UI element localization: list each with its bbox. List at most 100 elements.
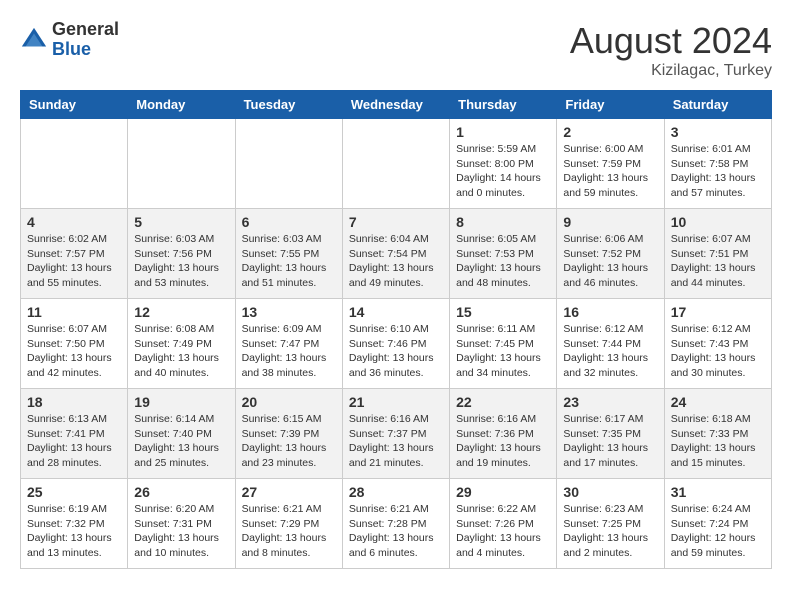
calendar-day: 14 Sunrise: 6:10 AM Sunset: 7:46 PM Dayli… — [342, 299, 449, 389]
day-info: Sunrise: 6:23 AM Sunset: 7:25 PM Dayligh… — [563, 502, 657, 561]
calendar-day: 21 Sunrise: 6:16 AM Sunset: 7:37 PM Dayli… — [342, 389, 449, 479]
day-info: Sunrise: 6:02 AM Sunset: 7:57 PM Dayligh… — [27, 232, 121, 291]
calendar-day: 9Sunrise: 6:06 AM Sunset: 7:52 PM Daylig… — [557, 209, 664, 299]
calendar-day: 16Sunrise: 6:12 AM Sunset: 7:44 PM Dayli… — [557, 299, 664, 389]
calendar-day: 8 Sunrise: 6:05 AM Sunset: 7:53 PM Daylig… — [450, 209, 557, 299]
month-year: August 2024 — [570, 20, 772, 62]
calendar-day: 27 Sunrise: 6:21 AM Sunset: 7:29 PM Dayli… — [235, 479, 342, 569]
day-number: 19 — [134, 394, 228, 410]
day-info: Sunrise: 6:16 AM Sunset: 7:36 PM Dayligh… — [456, 412, 550, 471]
day-info: Sunrise: 6:21 AM Sunset: 7:28 PM Dayligh… — [349, 502, 443, 561]
calendar-day: 25 Sunrise: 6:19 AM Sunset: 7:32 PM Dayli… — [21, 479, 128, 569]
day-number: 7 — [349, 214, 443, 230]
calendar-day: 19 Sunrise: 6:14 AM Sunset: 7:40 PM Dayli… — [128, 389, 235, 479]
day-info: Sunrise: 6:14 AM Sunset: 7:40 PM Dayligh… — [134, 412, 228, 471]
calendar-week-5: 25 Sunrise: 6:19 AM Sunset: 7:32 PM Dayli… — [21, 479, 772, 569]
calendar-day: 1 Sunrise: 5:59 AM Sunset: 8:00 PM Daylig… — [450, 119, 557, 209]
day-info: Sunrise: 6:24 AM Sunset: 7:24 PM Dayligh… — [671, 502, 765, 561]
day-info: Sunrise: 6:22 AM Sunset: 7:26 PM Dayligh… — [456, 502, 550, 561]
day-number: 28 — [349, 484, 443, 500]
location: Kizilagac, Turkey — [570, 62, 772, 80]
day-number: 26 — [134, 484, 228, 500]
day-info: Sunrise: 6:05 AM Sunset: 7:53 PM Dayligh… — [456, 232, 550, 291]
day-number: 24 — [671, 394, 765, 410]
day-number: 27 — [242, 484, 336, 500]
calendar-day: 15Sunrise: 6:11 AM Sunset: 7:45 PM Dayli… — [450, 299, 557, 389]
calendar-day: 30 Sunrise: 6:23 AM Sunset: 7:25 PM Dayli… — [557, 479, 664, 569]
col-sunday: Sunday — [21, 91, 128, 119]
day-number: 5 — [134, 214, 228, 230]
calendar-day: 4 Sunrise: 6:02 AM Sunset: 7:57 PM Daylig… — [21, 209, 128, 299]
day-number: 31 — [671, 484, 765, 500]
calendar-day: 12Sunrise: 6:08 AM Sunset: 7:49 PM Dayli… — [128, 299, 235, 389]
day-number: 3 — [671, 124, 765, 140]
day-info: Sunrise: 6:20 AM Sunset: 7:31 PM Dayligh… — [134, 502, 228, 561]
day-number: 25 — [27, 484, 121, 500]
calendar-week-3: 11 Sunrise: 6:07 AM Sunset: 7:50 PM Dayli… — [21, 299, 772, 389]
day-number: 22 — [456, 394, 550, 410]
day-number: 23 — [563, 394, 657, 410]
col-saturday: Saturday — [664, 91, 771, 119]
day-info: Sunrise: 6:07 AM Sunset: 7:51 PM Dayligh… — [671, 232, 765, 291]
calendar-day: 5 Sunrise: 6:03 AM Sunset: 7:56 PM Daylig… — [128, 209, 235, 299]
day-info: Sunrise: 6:04 AM Sunset: 7:54 PM Dayligh… — [349, 232, 443, 291]
day-number: 15 — [456, 304, 550, 320]
day-number: 12 — [134, 304, 228, 320]
day-number: 21 — [349, 394, 443, 410]
calendar-header-row: Sunday Monday Tuesday Wednesday Thursday… — [21, 91, 772, 119]
calendar-week-4: 18 Sunrise: 6:13 AM Sunset: 7:41 PM Dayli… — [21, 389, 772, 479]
day-info: Sunrise: 6:12 AM Sunset: 7:43 PM Dayligh… — [671, 322, 765, 381]
day-number: 2 — [563, 124, 657, 140]
col-tuesday: Tuesday — [235, 91, 342, 119]
calendar-day: 7 Sunrise: 6:04 AM Sunset: 7:54 PM Daylig… — [342, 209, 449, 299]
calendar-day: 11 Sunrise: 6:07 AM Sunset: 7:50 PM Dayli… — [21, 299, 128, 389]
calendar-day: 2 Sunrise: 6:00 AM Sunset: 7:59 PM Daylig… — [557, 119, 664, 209]
day-number: 29 — [456, 484, 550, 500]
col-wednesday: Wednesday — [342, 91, 449, 119]
day-info: Sunrise: 6:16 AM Sunset: 7:37 PM Dayligh… — [349, 412, 443, 471]
calendar-day: 29 Sunrise: 6:22 AM Sunset: 7:26 PM Dayli… — [450, 479, 557, 569]
day-number: 30 — [563, 484, 657, 500]
calendar-day: 20Sunrise: 6:15 AM Sunset: 7:39 PM Dayli… — [235, 389, 342, 479]
day-info: Sunrise: 6:13 AM Sunset: 7:41 PM Dayligh… — [27, 412, 121, 471]
day-number: 1 — [456, 124, 550, 140]
day-info: Sunrise: 6:21 AM Sunset: 7:29 PM Dayligh… — [242, 502, 336, 561]
day-info: Sunrise: 6:17 AM Sunset: 7:35 PM Dayligh… — [563, 412, 657, 471]
day-info: Sunrise: 6:06 AM Sunset: 7:52 PM Dayligh… — [563, 232, 657, 291]
calendar-day — [235, 119, 342, 209]
logo-general: General — [52, 20, 119, 40]
day-info: Sunrise: 5:59 AM Sunset: 8:00 PM Dayligh… — [456, 142, 550, 201]
day-number: 20 — [242, 394, 336, 410]
day-number: 16 — [563, 304, 657, 320]
calendar-day: 23 Sunrise: 6:17 AM Sunset: 7:35 PM Dayli… — [557, 389, 664, 479]
day-info: Sunrise: 6:19 AM Sunset: 7:32 PM Dayligh… — [27, 502, 121, 561]
calendar: Sunday Monday Tuesday Wednesday Thursday… — [20, 90, 772, 569]
day-info: Sunrise: 6:00 AM Sunset: 7:59 PM Dayligh… — [563, 142, 657, 201]
day-info: Sunrise: 6:07 AM Sunset: 7:50 PM Dayligh… — [27, 322, 121, 381]
calendar-day: 22 Sunrise: 6:16 AM Sunset: 7:36 PM Dayli… — [450, 389, 557, 479]
calendar-day — [128, 119, 235, 209]
day-number: 6 — [242, 214, 336, 230]
logo-text: General Blue — [52, 20, 119, 60]
calendar-day: 18 Sunrise: 6:13 AM Sunset: 7:41 PM Dayli… — [21, 389, 128, 479]
calendar-day — [21, 119, 128, 209]
col-thursday: Thursday — [450, 91, 557, 119]
logo-icon — [20, 26, 48, 54]
day-number: 13 — [242, 304, 336, 320]
day-number: 11 — [27, 304, 121, 320]
day-number: 14 — [349, 304, 443, 320]
day-info: Sunrise: 6:03 AM Sunset: 7:56 PM Dayligh… — [134, 232, 228, 291]
day-number: 18 — [27, 394, 121, 410]
day-info: Sunrise: 6:03 AM Sunset: 7:55 PM Dayligh… — [242, 232, 336, 291]
col-monday: Monday — [128, 91, 235, 119]
day-info: Sunrise: 6:10 AM Sunset: 7:46 PM Dayligh… — [349, 322, 443, 381]
day-number: 4 — [27, 214, 121, 230]
day-info: Sunrise: 6:18 AM Sunset: 7:33 PM Dayligh… — [671, 412, 765, 471]
logo: General Blue — [20, 20, 119, 60]
day-number: 8 — [456, 214, 550, 230]
calendar-day: 10Sunrise: 6:07 AM Sunset: 7:51 PM Dayli… — [664, 209, 771, 299]
calendar-day: 28 Sunrise: 6:21 AM Sunset: 7:28 PM Dayli… — [342, 479, 449, 569]
header: General Blue August 2024 Kizilagac, Turk… — [20, 20, 772, 80]
col-friday: Friday — [557, 91, 664, 119]
day-number: 17 — [671, 304, 765, 320]
